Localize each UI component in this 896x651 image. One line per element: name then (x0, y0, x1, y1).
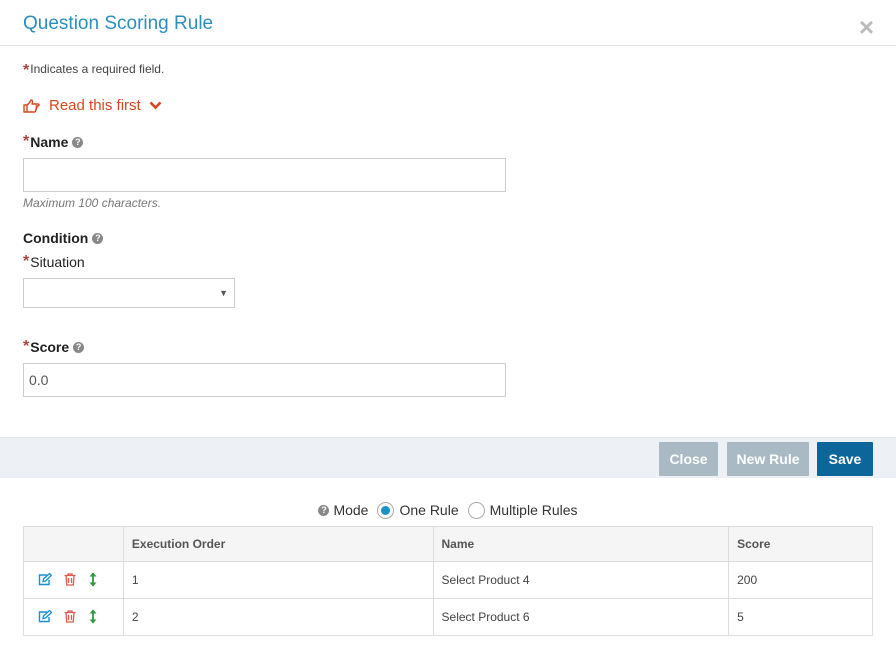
move-vertical-icon[interactable] (89, 609, 97, 627)
name-hint: Maximum 100 characters. (23, 196, 162, 210)
mode-selector: ? Mode One Rule Multiple Rules (0, 499, 896, 521)
required-star: * (23, 253, 30, 270)
required-note-text: Indicates a required field. (30, 62, 165, 76)
name-label: * Name ? (23, 133, 84, 151)
mode-label: Mode (333, 502, 369, 518)
required-star: * (23, 133, 30, 150)
radio-unchecked-icon[interactable] (467, 501, 485, 519)
trash-icon[interactable] (64, 610, 76, 626)
edit-icon[interactable] (38, 572, 53, 589)
row-actions (23, 561, 124, 599)
close-icon[interactable]: × (859, 14, 874, 40)
situation-label: * Situation (23, 253, 85, 271)
situation-select[interactable]: ▼ (23, 278, 235, 308)
cell-score: 200 (728, 561, 873, 599)
dialog-header: Question Scoring Rule × (0, 0, 896, 46)
required-star: * (23, 62, 30, 79)
row-actions (23, 598, 124, 636)
dropdown-arrow-icon: ▼ (219, 288, 228, 298)
table-header-row: Execution Order Name Score (23, 526, 873, 562)
cell-score: 5 (728, 598, 873, 636)
mode-option-label: One Rule (399, 502, 459, 518)
help-icon[interactable]: ? (318, 504, 330, 516)
column-header-execution-order[interactable]: Execution Order (122, 526, 434, 562)
condition-label-text: Condition (23, 230, 89, 246)
column-header-actions (23, 526, 124, 562)
cell-execution-order: 1 (122, 561, 434, 599)
table-row[interactable]: 2 Select Product 6 5 (23, 598, 873, 636)
help-icon[interactable]: ? (92, 232, 104, 244)
table-row[interactable]: 1 Select Product 4 200 (23, 561, 873, 599)
help-icon[interactable]: ? (72, 136, 84, 148)
help-icon[interactable]: ? (73, 341, 85, 353)
rules-table: Execution Order Name Score 1 Select Prod… (23, 526, 873, 636)
situation-label-text: Situation (30, 254, 85, 270)
condition-label: Condition ? (23, 230, 104, 246)
new-rule-button[interactable]: New Rule (727, 442, 809, 476)
score-label: * Score ? (23, 338, 85, 356)
chevron-down-icon (149, 101, 162, 110)
name-label-text: Name (30, 134, 69, 150)
read-this-first-toggle[interactable]: Read this first (23, 97, 162, 114)
required-note: *Indicates a required field. (23, 62, 164, 80)
mode-option-label: Multiple Rules (489, 502, 578, 518)
score-input[interactable]: 0.0 (23, 363, 506, 397)
dialog-title: Question Scoring Rule (23, 13, 214, 34)
button-toolbar: Close New Rule Save (0, 437, 896, 478)
score-label-text: Score (30, 339, 70, 355)
hand-point-right-icon (23, 98, 40, 113)
move-vertical-icon[interactable] (89, 572, 97, 590)
save-button[interactable]: Save (817, 442, 873, 476)
radio-checked-icon[interactable] (377, 501, 395, 519)
close-button[interactable]: Close (659, 442, 718, 476)
mode-option-one-rule[interactable]: One Rule (377, 501, 459, 519)
required-star: * (23, 338, 30, 355)
mode-option-multiple-rules[interactable]: Multiple Rules (467, 501, 578, 519)
cell-name: Select Product 4 (432, 561, 730, 599)
edit-icon[interactable] (38, 609, 53, 626)
trash-icon[interactable] (64, 573, 76, 589)
name-input[interactable] (23, 158, 506, 192)
cell-execution-order: 2 (122, 598, 434, 636)
cell-name: Select Product 6 (432, 598, 730, 636)
column-header-score[interactable]: Score (728, 526, 873, 562)
read-this-first-label: Read this first (49, 97, 141, 114)
column-header-name[interactable]: Name (432, 526, 730, 562)
